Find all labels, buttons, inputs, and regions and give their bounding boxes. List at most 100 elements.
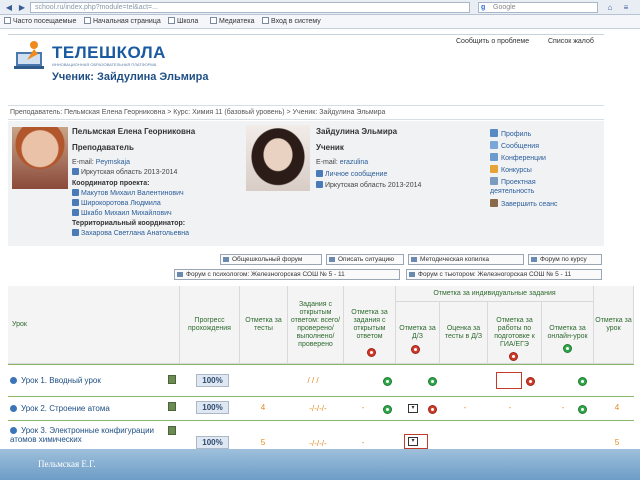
mark-select[interactable]: ▾ — [408, 437, 418, 446]
student-region: Иркутская область 2013-2014 — [316, 181, 421, 190]
lesson-mark-value: 5 — [614, 438, 620, 447]
menu-profile[interactable]: Профиль — [490, 129, 531, 139]
coordinator-link[interactable]: Макутов Михаил Валентинович — [72, 189, 184, 198]
envelope-icon — [316, 170, 323, 177]
col-lesson-mark: Отметка за урок — [594, 286, 634, 364]
student-name: Зайдулина Эльмира — [316, 127, 398, 136]
complaints-link[interactable]: Список жалоб — [548, 36, 594, 47]
row-divider — [8, 364, 634, 365]
col-lesson: Урок — [8, 286, 180, 364]
terr-coordinator-link[interactable]: Захарова Светлана Анатольевна — [72, 229, 189, 238]
student-message-link[interactable]: Личное сообщение — [316, 170, 387, 179]
menu-conferences[interactable]: Конференции — [490, 153, 546, 163]
status-fail-icon — [428, 405, 437, 414]
task-mark-value: - — [361, 438, 365, 447]
lesson-icon — [10, 427, 17, 434]
method-bank-button[interactable]: Методическая копилка — [408, 254, 524, 265]
mark-select[interactable]: ▾ — [408, 404, 418, 413]
person-icon — [72, 189, 79, 196]
status-fail-icon — [526, 377, 535, 386]
favorites-bar: Часто посещаемые Начальная страница Школ… — [0, 15, 640, 29]
test-mark-value: 5 — [260, 438, 266, 447]
task-mark-value: - — [361, 403, 365, 412]
lesson-row-2[interactable]: Урок 2. Строение атома — [10, 404, 110, 413]
logo-icon — [14, 41, 44, 69]
teacher-role: Преподаватель — [72, 143, 134, 152]
coordinator-link[interactable]: Шкабо Михаил Михайлович — [72, 209, 172, 218]
status-ok-icon — [383, 377, 392, 386]
col-progress: Прогресс прохождения — [180, 286, 240, 364]
footer-author: Пельмская Е.Г. — [38, 459, 96, 469]
open-tasks-value: -/-/-/- — [309, 439, 327, 448]
menu-logout[interactable]: Завершить сеанс — [490, 199, 558, 209]
task-mark-icon — [367, 348, 376, 357]
address-bar-area: ◀ ▶ school.ru/index.php?module=tel&act=.… — [0, 0, 640, 15]
status-ok-icon — [428, 377, 437, 386]
breadcrumb[interactable]: Преподаватель: Пельмская Елена Георников… — [10, 108, 600, 117]
fav-login[interactable]: Вход в систему — [262, 17, 321, 27]
divider — [8, 119, 604, 120]
url-input[interactable]: school.ru/index.php?module=tel&act=... — [30, 2, 470, 13]
lesson-icon — [10, 405, 17, 412]
teacher-region: Иркутская область 2013-2014 — [72, 168, 177, 177]
course-forum-button[interactable]: Форум по курсу — [528, 254, 602, 265]
person-icon — [72, 199, 79, 206]
col-online: Отметка за онлайн-урок — [542, 302, 594, 364]
settings-icon[interactable]: ≡ — [620, 2, 632, 13]
edit-icon[interactable] — [168, 426, 176, 435]
fav-school[interactable]: Школа — [168, 17, 198, 27]
lesson-mark-value: 4 — [614, 403, 620, 412]
status-ok-icon — [578, 405, 587, 414]
edit-icon[interactable] — [168, 375, 176, 384]
exam-mark-icon — [509, 352, 518, 361]
lesson-row-1[interactable]: Урок 1. Вводный урок — [10, 376, 101, 385]
teacher-email: E-mail: Peymskaja — [72, 159, 130, 166]
teacher-name: Пельмская Елена Георниковна — [72, 127, 196, 136]
status-ok-icon — [383, 405, 392, 414]
student-email-link[interactable]: erazulina — [340, 159, 368, 166]
forward-icon[interactable]: ▶ — [16, 2, 28, 13]
search-input[interactable]: g Google — [478, 2, 598, 13]
home-icon[interactable]: ⌂ — [604, 2, 616, 13]
coord-label: Координатор проекта: — [72, 180, 150, 187]
col-open-tasks: Задания с открытым ответом: всего/ прове… — [288, 286, 344, 364]
dz-mark-icon — [411, 345, 420, 354]
lesson-row-3[interactable]: Урок 3. Электронные конфигурации атомов … — [10, 426, 170, 444]
trophy-icon — [490, 165, 498, 173]
conference-icon — [490, 153, 498, 161]
header-divider — [8, 34, 604, 35]
open-tasks-value: / / / — [307, 376, 319, 385]
empty-mark-box[interactable] — [496, 372, 522, 389]
student-role: Ученик — [316, 143, 344, 152]
site-logo[interactable]: ТЕЛЕШКОЛА — [52, 43, 166, 63]
describe-situation-button[interactable]: Описать ситуацию — [326, 254, 404, 265]
progress-badge: 100% — [196, 436, 229, 449]
menu-messages[interactable]: Сообщения — [490, 141, 539, 151]
exit-icon — [490, 199, 498, 207]
coordinator-link[interactable]: Широкоротова Людмила — [72, 199, 161, 208]
fav-start[interactable]: Начальная страница — [84, 17, 161, 27]
exam-value: - — [508, 403, 512, 412]
back-icon[interactable]: ◀ — [3, 2, 15, 13]
edit-icon[interactable] — [168, 402, 176, 411]
open-tasks-value: -/-/-/- — [309, 404, 327, 413]
status-ok-icon — [578, 377, 587, 386]
report-problem-link[interactable]: Сообщить о проблеме — [456, 36, 529, 47]
col-test-dz: Оценка за тесты в Д/З — [440, 302, 488, 364]
menu-contests[interactable]: Конкурсы — [490, 165, 532, 175]
col-test-mark: Отметка за тесты — [240, 286, 288, 364]
progress-badge: 100% — [196, 401, 229, 414]
menu-projects[interactable]: Проектная деятельность — [490, 177, 580, 196]
test-dz-value: - — [463, 403, 467, 412]
fav-media[interactable]: Медиатека — [210, 17, 255, 27]
divider — [8, 105, 604, 106]
messages-icon — [490, 141, 498, 149]
tutor-forum-button[interactable]: Форум с тьютором: Железногорская СОШ № 5… — [406, 269, 602, 280]
person-icon — [72, 229, 79, 236]
teacher-email-link[interactable]: Peymskaja — [96, 159, 130, 166]
fav-frequent[interactable]: Часто посещаемые — [4, 17, 76, 27]
col-dz: Отметка за Д/З — [396, 302, 440, 364]
teacher-photo — [12, 127, 68, 189]
psychologist-forum-button[interactable]: Форум с психологом: Железногорская СОШ №… — [174, 269, 400, 280]
school-forum-button[interactable]: Общешкольный форум — [220, 254, 322, 265]
